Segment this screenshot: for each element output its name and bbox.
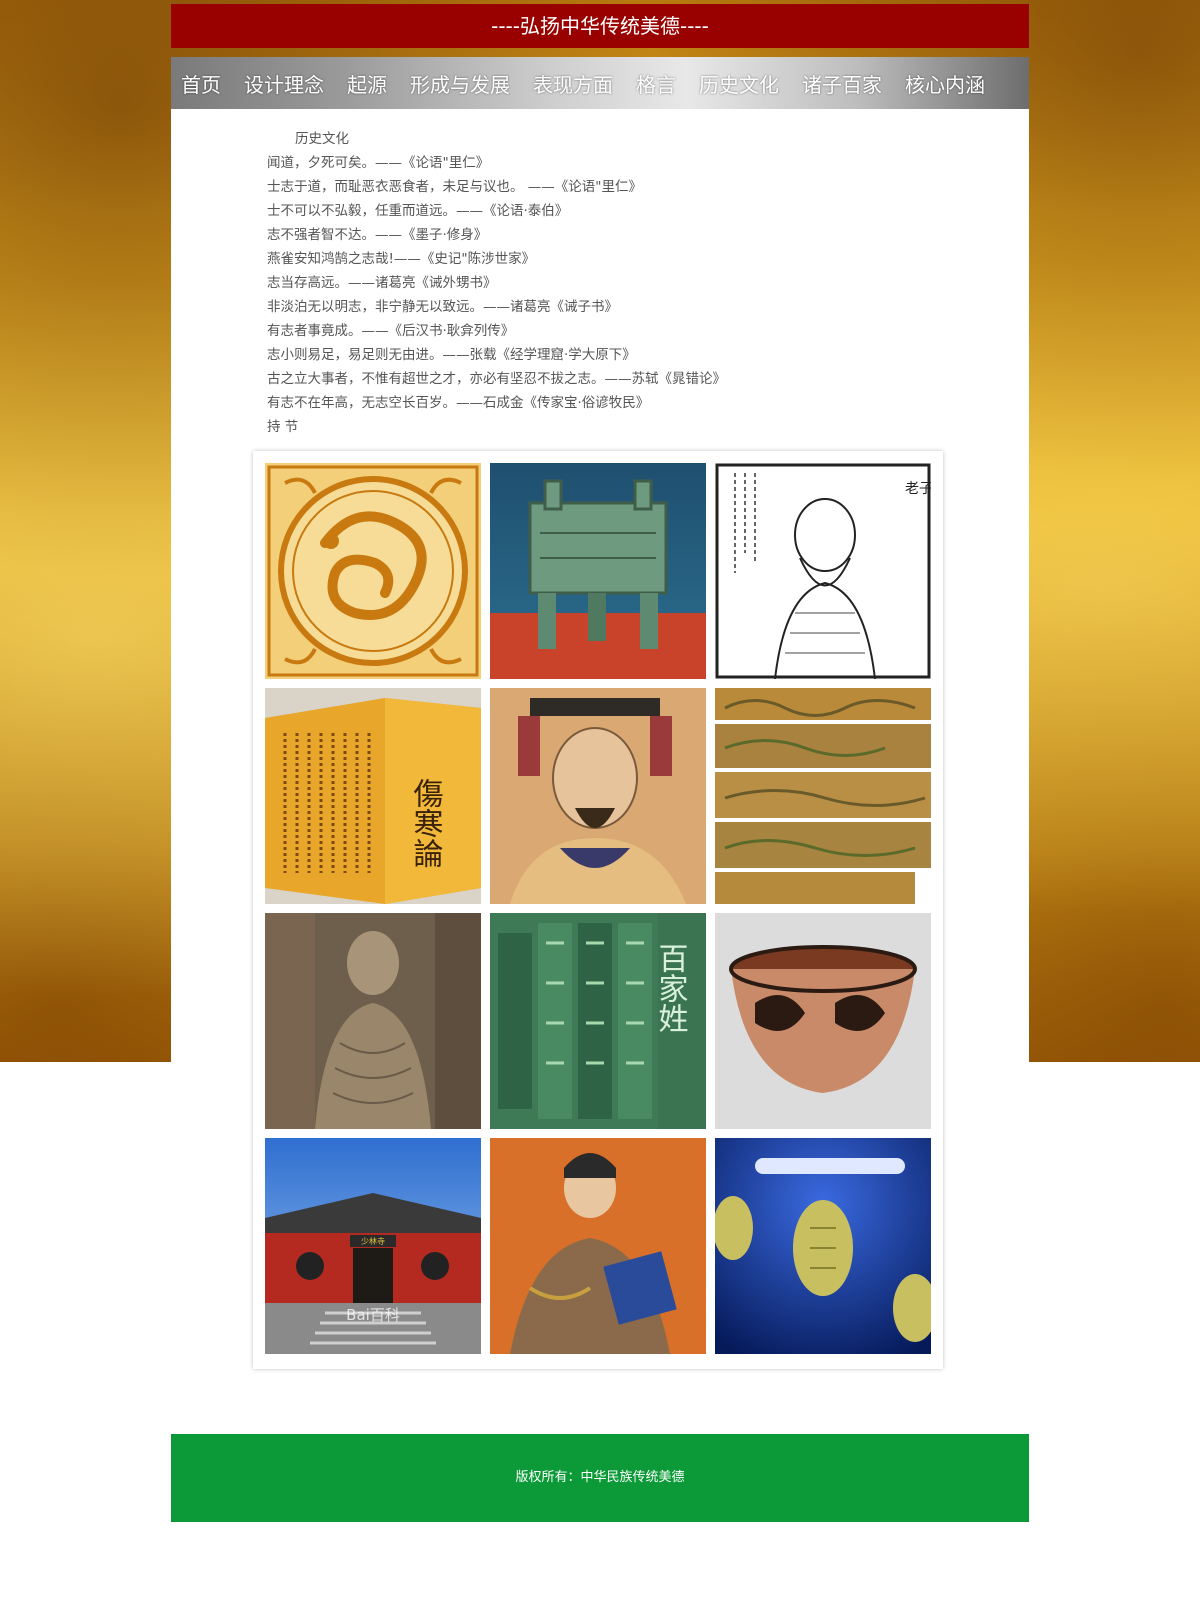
main-content: 历史文化 闻道，夕死可矣。——《论语"里仁》 士志于道，而耻恶衣恶食者，未足与议… xyxy=(171,109,1029,1434)
shanghan-lun-book-image: 傷寒論 xyxy=(265,688,481,904)
baijiaxing-image: 百家姓 xyxy=(490,913,706,1129)
buddha-statue-image xyxy=(265,913,481,1129)
oracle-bones-image xyxy=(715,1138,931,1354)
quotes-block: 历史文化 闻道，夕死可矣。——《论语"里仁》 士志于道，而耻恶衣恶食者，未足与议… xyxy=(267,127,726,439)
quote-line: 非淡泊无以明志，非宁静无以致远。——诸葛亮《诫子书》 xyxy=(267,299,618,315)
quote-line: 士志于道，而耻恶衣恶食者，未足与议也。 ——《论语"里仁》 xyxy=(267,179,642,195)
site-footer: 版权所有：中华民族传统美德 xyxy=(171,1434,1029,1522)
shaolin-temple-image: 少林寺 Bai百科 xyxy=(265,1138,481,1354)
laozi-portrait-image: 老子 xyxy=(715,463,931,679)
temple-plaque-art: 少林寺 xyxy=(361,1236,385,1246)
laozi-label: 老子 xyxy=(905,481,931,497)
quote-line: 志当存高远。——诸葛亮《诫外甥书》 xyxy=(267,275,497,291)
quote-line: 志小则易足，易足则无由进。——张载《经学理窟·学大原下》 xyxy=(267,347,636,363)
section-heading: 历史文化 xyxy=(295,131,349,147)
nav-item-home[interactable]: 首页 xyxy=(181,69,221,98)
nav-item-design-concept[interactable]: 设计理念 xyxy=(244,69,324,98)
bronze-ding-image xyxy=(490,463,706,679)
quote-line: 有志者事竟成。——《后汉书·耿弇列传》 xyxy=(267,323,515,339)
scholar-reading-image xyxy=(490,1138,706,1354)
quote-line: 古之立大事者，不惟有超世之才，亦必有坚忍不拔之志。——苏轼《晁错论》 xyxy=(267,371,726,387)
painted-pottery-bowl-image xyxy=(715,913,931,1129)
nav-item-formation-development[interactable]: 形成与发展 xyxy=(410,69,510,98)
image-gallery: 老子 傷寒論 百家姓 少林寺 Bai百科 xyxy=(253,451,943,1369)
baijiaxing-title-art: 百家姓 xyxy=(653,943,688,1033)
quote-line: 志不强者智不达。——《墨子·修身》 xyxy=(267,227,488,243)
quote-line: 士不可以不弘毅，任重而道远。——《论语·泰伯》 xyxy=(267,203,569,219)
qingming-scroll-image xyxy=(715,688,931,904)
quote-line: 燕雀安知鸿鹄之志哉!——《史记"陈涉世家》 xyxy=(267,251,536,267)
site-title-banner: ----弘扬中华传统美德---- xyxy=(171,4,1029,48)
nav-item-expression-aspects[interactable]: 表现方面 xyxy=(533,69,613,98)
emperor-portrait-image xyxy=(490,688,706,904)
nav-item-origin[interactable]: 起源 xyxy=(347,69,387,98)
copyright-text: 版权所有：中华民族传统美德 xyxy=(515,1470,685,1485)
quote-line: 持 节 xyxy=(267,419,299,435)
nav-item-core-connotation[interactable]: 核心内涵 xyxy=(905,69,985,98)
main-navigation: 首页 设计理念 起源 形成与发展 表现方面 格言 历史文化 诸子百家 核心内涵 xyxy=(171,57,1029,109)
dragon-emblem-image xyxy=(265,463,481,679)
book-title-art: 傷寒論 xyxy=(408,778,444,868)
nav-item-maxims[interactable]: 格言 xyxy=(636,69,676,98)
quote-line: 有志不在年高，无志空长百岁。——石成金《传家宝·俗谚牧民》 xyxy=(267,395,650,411)
page-container: ----弘扬中华传统美德---- 首页 设计理念 起源 形成与发展 表现方面 格… xyxy=(171,0,1029,1522)
watermark-text: Bai百科 xyxy=(346,1306,400,1324)
nav-item-hundred-schools[interactable]: 诸子百家 xyxy=(802,69,882,98)
site-title: ----弘扬中华传统美德---- xyxy=(491,14,709,38)
quote-line: 闻道，夕死可矣。——《论语"里仁》 xyxy=(267,155,490,171)
nav-item-history-culture[interactable]: 历史文化 xyxy=(699,69,779,98)
